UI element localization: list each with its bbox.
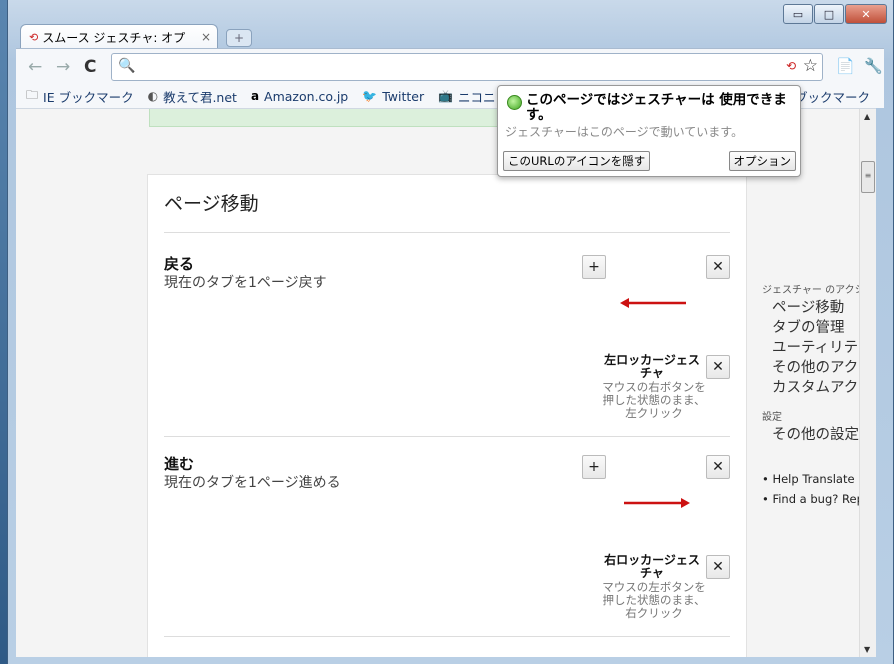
left-arrow-icon xyxy=(620,298,686,308)
popup-subtitle: ジェスチャーはこのページで動いています。 xyxy=(505,125,744,139)
bookmark-label: Amazon.co.jp xyxy=(264,88,349,104)
remove-action-button[interactable]: ✕ xyxy=(706,455,730,479)
bookmark-item[interactable]: 🐦 Twitter xyxy=(362,89,424,104)
gesture-description: マウスの左ボタンを押した状態のまま、右クリック xyxy=(602,580,706,620)
gesture-favicon-icon: ⟲ xyxy=(29,30,39,44)
gesture-title: 左ロッカージェスチャ xyxy=(604,353,700,380)
bookmark-item[interactable]: ◐ 教えて君.net xyxy=(148,87,237,106)
gesture-title: 右ロッカージェスチャ xyxy=(604,553,700,580)
bookmark-item[interactable]: a Amazon.co.jp xyxy=(251,89,348,104)
remove-gesture-button[interactable]: ✕ xyxy=(706,355,730,379)
page-menu-icon[interactable]: 📄 xyxy=(836,57,855,75)
tab-close-icon[interactable]: × xyxy=(201,30,211,44)
page-content: ページ移動 戻る 現在のタブを1ページ戻す + ✕ 左ロッカージェスチャ マウス… xyxy=(16,108,876,657)
bookmark-label: Twitter xyxy=(382,88,425,104)
divider xyxy=(164,436,730,437)
status-green-icon xyxy=(507,95,522,110)
section-title: ページ移動 xyxy=(164,193,259,215)
add-gesture-button[interactable]: + xyxy=(582,255,606,279)
options-button[interactable]: オプション xyxy=(728,151,796,171)
globe-icon: ◐ xyxy=(147,89,159,103)
gesture-page-action-icon[interactable]: ⟲ xyxy=(786,59,796,73)
tab-options[interactable]: ⟲ スムース ジェスチャ: オプ × xyxy=(20,24,218,49)
gesture-status-popup: このページではジェスチャーは 使用できます。 ジェスチャーはこのページで動いてい… xyxy=(497,85,801,177)
close-window-button[interactable]: ✕ xyxy=(845,4,887,24)
folder-icon: 🗀 xyxy=(26,87,39,102)
new-tab-button[interactable]: + xyxy=(226,29,252,47)
twitter-icon: 🐦 xyxy=(362,89,378,103)
bookmark-label: IE ブックマーク xyxy=(43,89,134,105)
action-description: 現在のタブを1ページ戻す xyxy=(164,275,327,291)
bookmark-item[interactable]: 🗀 IE ブックマーク xyxy=(26,86,134,107)
scroll-down-icon[interactable]: ▼ xyxy=(864,645,870,654)
minimize-button[interactable]: ▭ xyxy=(783,4,813,24)
scroll-up-icon[interactable]: ▲ xyxy=(864,112,870,121)
tv-icon: 📺 xyxy=(438,89,454,103)
bookmark-star-icon[interactable]: ☆ xyxy=(803,56,818,76)
window-controls: ▭ □ ✕ xyxy=(783,4,887,24)
action-name: 戻る xyxy=(164,255,195,273)
right-arrow-icon xyxy=(624,498,690,508)
action-name: 進む xyxy=(164,455,195,473)
scroll-thumb[interactable]: ≡ xyxy=(861,161,875,193)
bookmark-label: 教えて君.net xyxy=(163,89,237,105)
wrench-icon[interactable]: 🔧 xyxy=(864,57,883,75)
browser-window: ▭ □ ✕ ⟲ スムース ジェスチャ: オプ × + ← → C 🔍 ⟲ ☆ 📄… xyxy=(7,0,894,664)
vertical-scrollbar[interactable]: ▲ ≡ ▼ xyxy=(859,109,876,657)
maximize-button[interactable]: □ xyxy=(814,4,844,24)
action-description: 現在のタブを1ページ進める xyxy=(164,475,341,491)
forward-icon[interactable]: → xyxy=(56,57,70,77)
divider xyxy=(164,232,730,233)
gesture-description: マウスの右ボタンを押した状態のまま、左クリック xyxy=(602,380,706,420)
search-icon: 🔍 xyxy=(118,58,136,74)
amazon-icon: a xyxy=(250,89,260,103)
remove-gesture-button[interactable]: ✕ xyxy=(706,555,730,579)
section-card: ページ移動 戻る 現在のタブを1ページ戻す + ✕ 左ロッカージェスチャ マウス… xyxy=(147,174,747,657)
navigation-toolbar: ← → C 🔍 ⟲ ☆ 📄 🔧 xyxy=(16,48,884,87)
reload-icon[interactable]: C xyxy=(84,57,96,77)
hide-url-icon-button[interactable]: このURLのアイコンを隠す xyxy=(503,151,651,171)
add-gesture-button[interactable]: + xyxy=(582,455,606,479)
tab-title: スムース ジェスチャ: オプ xyxy=(42,30,186,45)
divider xyxy=(164,636,730,637)
popup-title: このページではジェスチャーは 使用できます。 xyxy=(526,92,787,123)
back-icon[interactable]: ← xyxy=(28,57,42,77)
remove-action-button[interactable]: ✕ xyxy=(706,255,730,279)
address-bar[interactable]: 🔍 ⟲ ☆ xyxy=(111,53,823,81)
